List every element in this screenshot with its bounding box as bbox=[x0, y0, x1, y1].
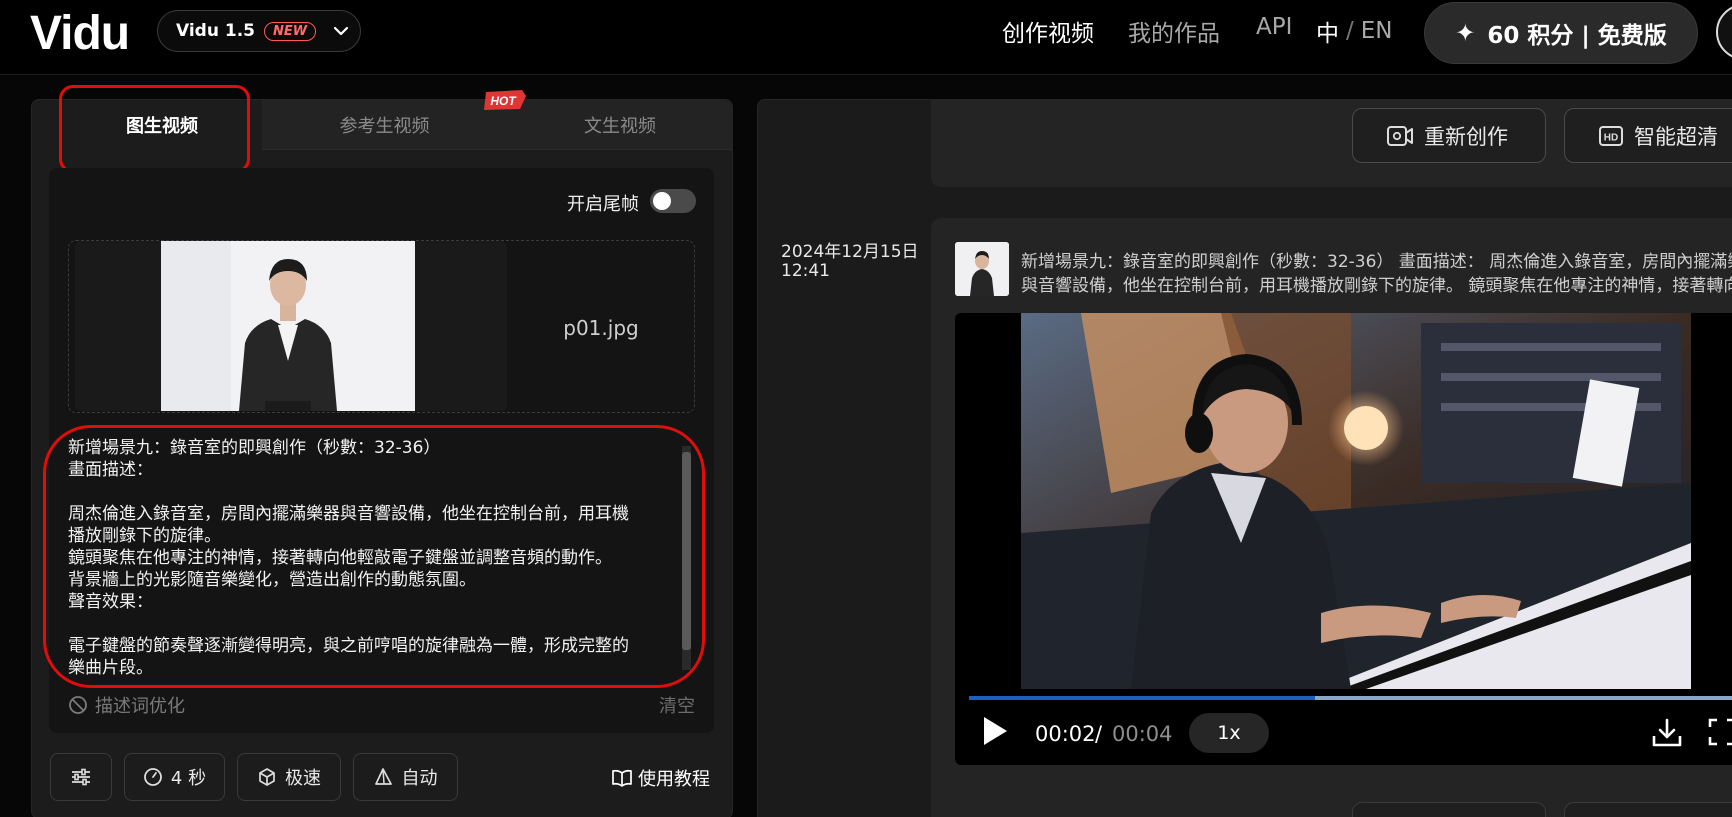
clear-button[interactable]: 清空 bbox=[659, 692, 695, 718]
lang-en[interactable]: EN bbox=[1361, 18, 1393, 44]
generation-date: 2024年12月15日 bbox=[781, 242, 919, 262]
model-name: Vidu 1.5 bbox=[176, 21, 255, 41]
playback-speed-button[interactable]: 1x bbox=[1189, 713, 1269, 753]
sparkle-icon: ✦ bbox=[1455, 19, 1476, 47]
duration-button[interactable]: 4 秒 bbox=[124, 753, 225, 801]
book-icon bbox=[612, 769, 632, 787]
nav-api[interactable]: API bbox=[1256, 14, 1292, 40]
speed-label: 极速 bbox=[285, 768, 321, 789]
lang-zh[interactable]: 中 bbox=[1316, 14, 1339, 48]
upscale-hd-button[interactable]: HD 智能超清 bbox=[1564, 108, 1732, 163]
tab-text-to-video[interactable]: 文生视频 bbox=[507, 100, 733, 150]
uploaded-filename: p01.jpg bbox=[563, 316, 639, 340]
uploaded-image bbox=[161, 241, 415, 411]
prompt-line: 聲音效果： bbox=[68, 592, 153, 612]
motion-label: 自动 bbox=[401, 768, 438, 789]
recreate-label: 重新创作 bbox=[1424, 124, 1508, 149]
tutorial-link[interactable]: 使用教程 bbox=[612, 765, 710, 791]
prompt-preview-line: 新增場景九：錄音室的即興創作（秒數：32-36） 畫面描述： 周杰倫進入錄音室，… bbox=[1021, 252, 1732, 272]
next-card-action-button[interactable] bbox=[1352, 802, 1546, 817]
video-frame bbox=[1021, 313, 1691, 689]
video-player[interactable]: 00:02 / 00:04 1x bbox=[955, 313, 1732, 765]
tutorial-label: 使用教程 bbox=[638, 769, 710, 790]
current-time: 00:02 bbox=[1035, 722, 1096, 746]
generation-time: 12:41 bbox=[781, 261, 830, 281]
prompt-line: 畫面描述： bbox=[68, 460, 153, 480]
language-switch[interactable]: 中 / EN bbox=[1316, 14, 1393, 48]
nav-create-video[interactable]: 创作视频 bbox=[1002, 14, 1094, 48]
speed-mode-button[interactable]: 极速 bbox=[237, 753, 341, 801]
ban-icon bbox=[69, 696, 87, 714]
settings-button[interactable] bbox=[50, 753, 112, 801]
lang-separator: / bbox=[1346, 18, 1354, 44]
next-card-action-button[interactable] bbox=[1564, 802, 1732, 817]
new-badge: NEW bbox=[264, 21, 317, 41]
tail-frame-toggle[interactable] bbox=[650, 189, 696, 213]
credits-button[interactable]: ✦ 60 积分 | 免费版 bbox=[1424, 2, 1698, 64]
tail-frame-label: 开启尾帧 bbox=[567, 194, 639, 215]
svg-text:HD: HD bbox=[1604, 132, 1618, 143]
total-time: 00:04 bbox=[1112, 722, 1173, 746]
duration-label: 4 秒 bbox=[170, 768, 207, 789]
shapes-icon bbox=[374, 768, 392, 785]
prompt-line: 樂曲片段。 bbox=[68, 658, 153, 678]
hot-badge: HOT bbox=[484, 90, 526, 110]
hd-icon: HD bbox=[1599, 125, 1623, 146]
tab-reference-to-video[interactable]: 参考生视频 bbox=[262, 100, 507, 150]
clock-icon bbox=[144, 768, 162, 786]
tab-image-to-video[interactable]: 图生视频 bbox=[62, 100, 262, 150]
video-camera-icon bbox=[1387, 125, 1413, 146]
prompt-optimize-toggle[interactable]: 描述词优化 bbox=[68, 692, 185, 718]
motion-mode-button[interactable]: 自动 bbox=[353, 753, 458, 801]
prompt-scrollbar-thumb[interactable] bbox=[682, 452, 691, 650]
play-icon[interactable] bbox=[981, 715, 1009, 747]
credits-text: 60 积分 | 免费版 bbox=[1487, 23, 1667, 49]
upscale-label: 智能超清 bbox=[1634, 124, 1718, 149]
cube-icon bbox=[259, 768, 275, 786]
toggle-knob bbox=[653, 192, 671, 210]
nav-my-works[interactable]: 我的作品 bbox=[1128, 14, 1220, 48]
optimize-label: 描述词优化 bbox=[95, 696, 185, 717]
source-thumbnail bbox=[955, 242, 1009, 296]
top-header: Vidu Vidu 1.5 NEW 创作视频 我的作品 API 中 / EN ✦… bbox=[0, 0, 1732, 75]
fullscreen-icon[interactable] bbox=[1707, 717, 1732, 747]
download-icon[interactable] bbox=[1651, 717, 1683, 749]
chevron-down-icon bbox=[330, 20, 352, 42]
sliders-icon bbox=[72, 768, 90, 786]
avatar[interactable] bbox=[1716, 4, 1732, 60]
prompt-textarea[interactable]: 新增場景九：錄音室的即興創作（秒數：32-36） 畫面描述： 周杰倫進入錄音室，… bbox=[62, 430, 702, 678]
progress-fill bbox=[969, 696, 1315, 700]
vidu-logo[interactable]: Vidu bbox=[30, 6, 130, 61]
prompt-preview-line: 與音響設備，他坐在控制台前，用耳機播放剛錄下的旋律。 鏡頭聚焦在他專注的神情，接… bbox=[1021, 276, 1732, 296]
time-separator: / bbox=[1095, 722, 1103, 746]
recreate-button[interactable]: 重新创作 bbox=[1352, 108, 1546, 163]
model-selector[interactable]: Vidu 1.5 NEW bbox=[157, 10, 361, 52]
hot-badge-label: HOT bbox=[490, 94, 517, 108]
